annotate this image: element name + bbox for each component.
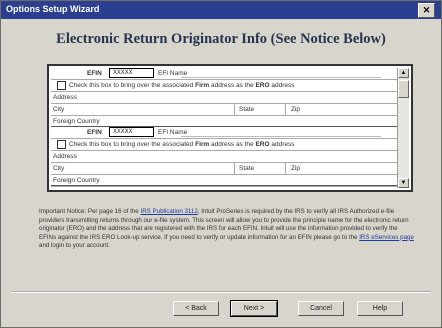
city-state-zip-row: City State Zip	[51, 163, 399, 175]
button-divider	[11, 291, 431, 293]
scroll-thumb[interactable]	[398, 80, 409, 98]
firm-address-check-row: Check this box to bring over the associa…	[51, 139, 399, 151]
use-firm-address-checkbox[interactable]	[57, 81, 66, 90]
zip-label: Zip	[291, 165, 301, 172]
efin-name-field[interactable]	[181, 69, 381, 78]
next-button[interactable]: Next >	[230, 300, 278, 317]
irs-eservices-link[interactable]: IRS eServices page	[359, 234, 414, 241]
checkbox-label: Check this box to bring over the associa…	[69, 141, 295, 148]
city-state-zip-row: City State Zip	[51, 104, 399, 116]
country-label: Foreign Country	[53, 177, 100, 184]
efin-label: EFIN	[87, 129, 102, 136]
divider	[234, 163, 235, 174]
firm-address-check-row: Check this box to bring over the associa…	[51, 80, 399, 92]
country-field[interactable]: Foreign Country	[51, 175, 399, 187]
zip-label: Zip	[291, 106, 301, 113]
efin-name-field[interactable]	[181, 128, 381, 137]
close-button[interactable]: ✕	[418, 3, 435, 18]
efin-row: EFIN XXXXX EFI Name	[51, 68, 399, 80]
efin-label: EFIN	[87, 70, 102, 77]
wizard-window: Options Setup Wizard ✕ Electronic Return…	[0, 0, 442, 328]
efin-row: EFIN XXXXX EFI Name	[51, 127, 399, 139]
address-label: Address	[53, 153, 77, 160]
address-label: Address	[53, 94, 77, 101]
city-label: City	[53, 106, 65, 113]
irs-publication-link[interactable]: IRS Publication 3112	[140, 208, 197, 215]
ero-entry: EFIN XXXXX EFI Name Check this box to br…	[51, 68, 399, 128]
address-field[interactable]: Address	[51, 151, 399, 163]
state-label: State	[239, 165, 255, 172]
scroll-down-icon[interactable]: ▼	[398, 178, 409, 188]
title-bar: Options Setup Wizard ✕	[1, 1, 441, 19]
scroll-up-icon[interactable]: ▲	[398, 68, 409, 78]
vertical-scrollbar[interactable]: ▲ ▼	[397, 68, 409, 188]
efin-field[interactable]: XXXXX	[109, 68, 154, 78]
efin-field[interactable]: XXXXX	[109, 127, 154, 137]
divider	[285, 163, 286, 174]
divider	[285, 104, 286, 115]
use-firm-address-checkbox[interactable]	[57, 140, 66, 149]
divider	[234, 104, 235, 115]
important-notice: Important Notice: Per page 16 of the IRS…	[39, 208, 414, 250]
help-button[interactable]: Help	[357, 301, 403, 316]
country-label: Foreign Country	[53, 118, 100, 125]
city-label: City	[53, 165, 65, 172]
checkbox-label: Check this box to bring over the associa…	[69, 82, 295, 89]
window-title: Options Setup Wizard	[6, 4, 100, 14]
ero-list-panel: EFIN XXXXX EFI Name Check this box to br…	[47, 64, 413, 192]
back-button[interactable]: < Back	[173, 301, 219, 316]
page-heading: Electronic Return Originator Info (See N…	[56, 31, 386, 47]
address-field[interactable]: Address	[51, 92, 399, 104]
cancel-button[interactable]: Cancel	[298, 301, 344, 316]
ero-entry: EFIN XXXXX EFI Name Check this box to br…	[51, 127, 399, 187]
state-label: State	[239, 106, 255, 113]
ero-list: EFIN XXXXX EFI Name Check this box to br…	[51, 68, 399, 188]
